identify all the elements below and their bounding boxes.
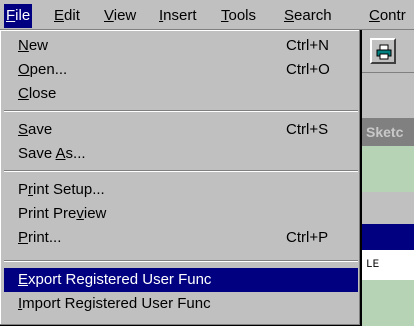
menu-item-print-preview[interactable]: Print Preview bbox=[4, 202, 358, 226]
menu-item-print-setup[interactable]: Print Setup... bbox=[4, 178, 358, 202]
menu-item-close[interactable]: Close bbox=[4, 82, 358, 106]
menu-search-mnemonic: S bbox=[284, 7, 295, 24]
menu-search-rest: earch bbox=[294, 7, 332, 24]
background-panel-2 bbox=[362, 192, 414, 224]
menu-item-print-setup-pre: P bbox=[18, 181, 29, 198]
menu-item-save[interactable]: Save Ctrl+S bbox=[4, 118, 358, 142]
menu-item-save-shortcut: Ctrl+S bbox=[286, 121, 329, 138]
sketch-panel-title: Sketc bbox=[362, 118, 414, 146]
menu-tools-rest: ools bbox=[228, 7, 257, 24]
menu-item-new-mnemonic: N bbox=[18, 37, 29, 54]
menu-item-new[interactable]: New Ctrl+N bbox=[4, 34, 358, 58]
menu-item-export-registered-user-func[interactable]: Export Registered User Func bbox=[4, 268, 358, 292]
background-selected-row bbox=[362, 224, 414, 250]
menu-separator bbox=[4, 260, 358, 262]
menu-item-save-mnemonic: S bbox=[18, 121, 29, 138]
menu-item-save-as[interactable]: Save As... bbox=[4, 142, 358, 166]
menu-item-print-preview-label: iew bbox=[83, 205, 107, 222]
menu-item-close-label: lose bbox=[28, 85, 57, 102]
menu-item-new-label: ew bbox=[28, 37, 49, 54]
menu-view-rest: iew bbox=[113, 7, 137, 24]
menu-file-mnemonic: F bbox=[6, 7, 16, 24]
menu-insert[interactable]: Insert bbox=[157, 6, 199, 26]
menu-item-save-label: ave bbox=[28, 121, 53, 138]
background-application: Sketc LE bbox=[362, 30, 414, 326]
menu-view[interactable]: View bbox=[102, 6, 138, 26]
menu-item-print-setup-label: int Setup... bbox=[33, 181, 105, 198]
menu-view-mnemonic: V bbox=[104, 7, 114, 24]
menu-edit-rest: dit bbox=[64, 7, 80, 24]
menu-separator bbox=[4, 110, 358, 112]
menu-item-print-preview-mnemonic: v bbox=[76, 205, 84, 222]
background-green-panel bbox=[362, 146, 414, 192]
menu-item-open[interactable]: Open... Ctrl+O bbox=[4, 58, 358, 82]
menu-item-export-label: xport Registered User Func bbox=[28, 271, 212, 288]
menu-file-rest: ile bbox=[15, 7, 31, 24]
menu-item-new-shortcut: Ctrl+N bbox=[286, 37, 329, 54]
menu-insert-rest: nsert bbox=[163, 7, 197, 24]
menu-edit-mnemonic: E bbox=[54, 7, 65, 24]
file-menu-dropdown: New Ctrl+N Open... Ctrl+O Close Save Ctr… bbox=[0, 30, 362, 326]
menu-search[interactable]: Search bbox=[282, 6, 334, 26]
menu-item-print[interactable]: Print... Ctrl+P bbox=[4, 226, 358, 250]
menu-item-open-mnemonic: O bbox=[18, 61, 30, 78]
menu-item-import-label: mport Registered User Func bbox=[22, 295, 211, 312]
menu-item-save-as-label: s... bbox=[65, 145, 86, 162]
menu-item-export-mnemonic: E bbox=[18, 271, 29, 288]
menu-control-mnemonic: C bbox=[369, 7, 380, 24]
menu-control[interactable]: Contr bbox=[367, 6, 408, 26]
menu-item-import-registered-user-func[interactable]: Import Registered User Func bbox=[4, 292, 358, 316]
menu-item-close-mnemonic: C bbox=[18, 85, 29, 102]
menu-file[interactable]: File bbox=[4, 4, 33, 28]
menu-item-open-label: pen... bbox=[29, 61, 68, 78]
background-green-panel-2 bbox=[362, 280, 414, 326]
menu-item-save-as-mnemonic: A bbox=[55, 145, 66, 162]
menu-tools[interactable]: Tools bbox=[219, 6, 258, 26]
printer-icon bbox=[376, 44, 392, 60]
menu-edit[interactable]: Edit bbox=[52, 6, 82, 26]
background-toolbar bbox=[362, 30, 414, 72]
background-text-field: LE bbox=[362, 250, 414, 280]
toolbar-print-button[interactable] bbox=[370, 38, 396, 64]
menu-item-save-as-pre: Save bbox=[18, 145, 56, 162]
menu-tools-mnemonic: T bbox=[221, 7, 229, 24]
menu-item-print-label: rint... bbox=[28, 229, 62, 246]
background-panel bbox=[362, 72, 414, 121]
menu-item-print-shortcut: Ctrl+P bbox=[286, 229, 329, 246]
menu-item-open-shortcut: Ctrl+O bbox=[286, 61, 330, 78]
menu-separator bbox=[4, 170, 358, 172]
menu-item-print-preview-pre: Print Pre bbox=[18, 205, 77, 222]
menu-item-print-mnemonic: P bbox=[18, 229, 29, 246]
menu-control-rest: ontr bbox=[379, 7, 406, 24]
menu-bar: File Edit View Insert Tools Search Contr bbox=[0, 0, 414, 30]
